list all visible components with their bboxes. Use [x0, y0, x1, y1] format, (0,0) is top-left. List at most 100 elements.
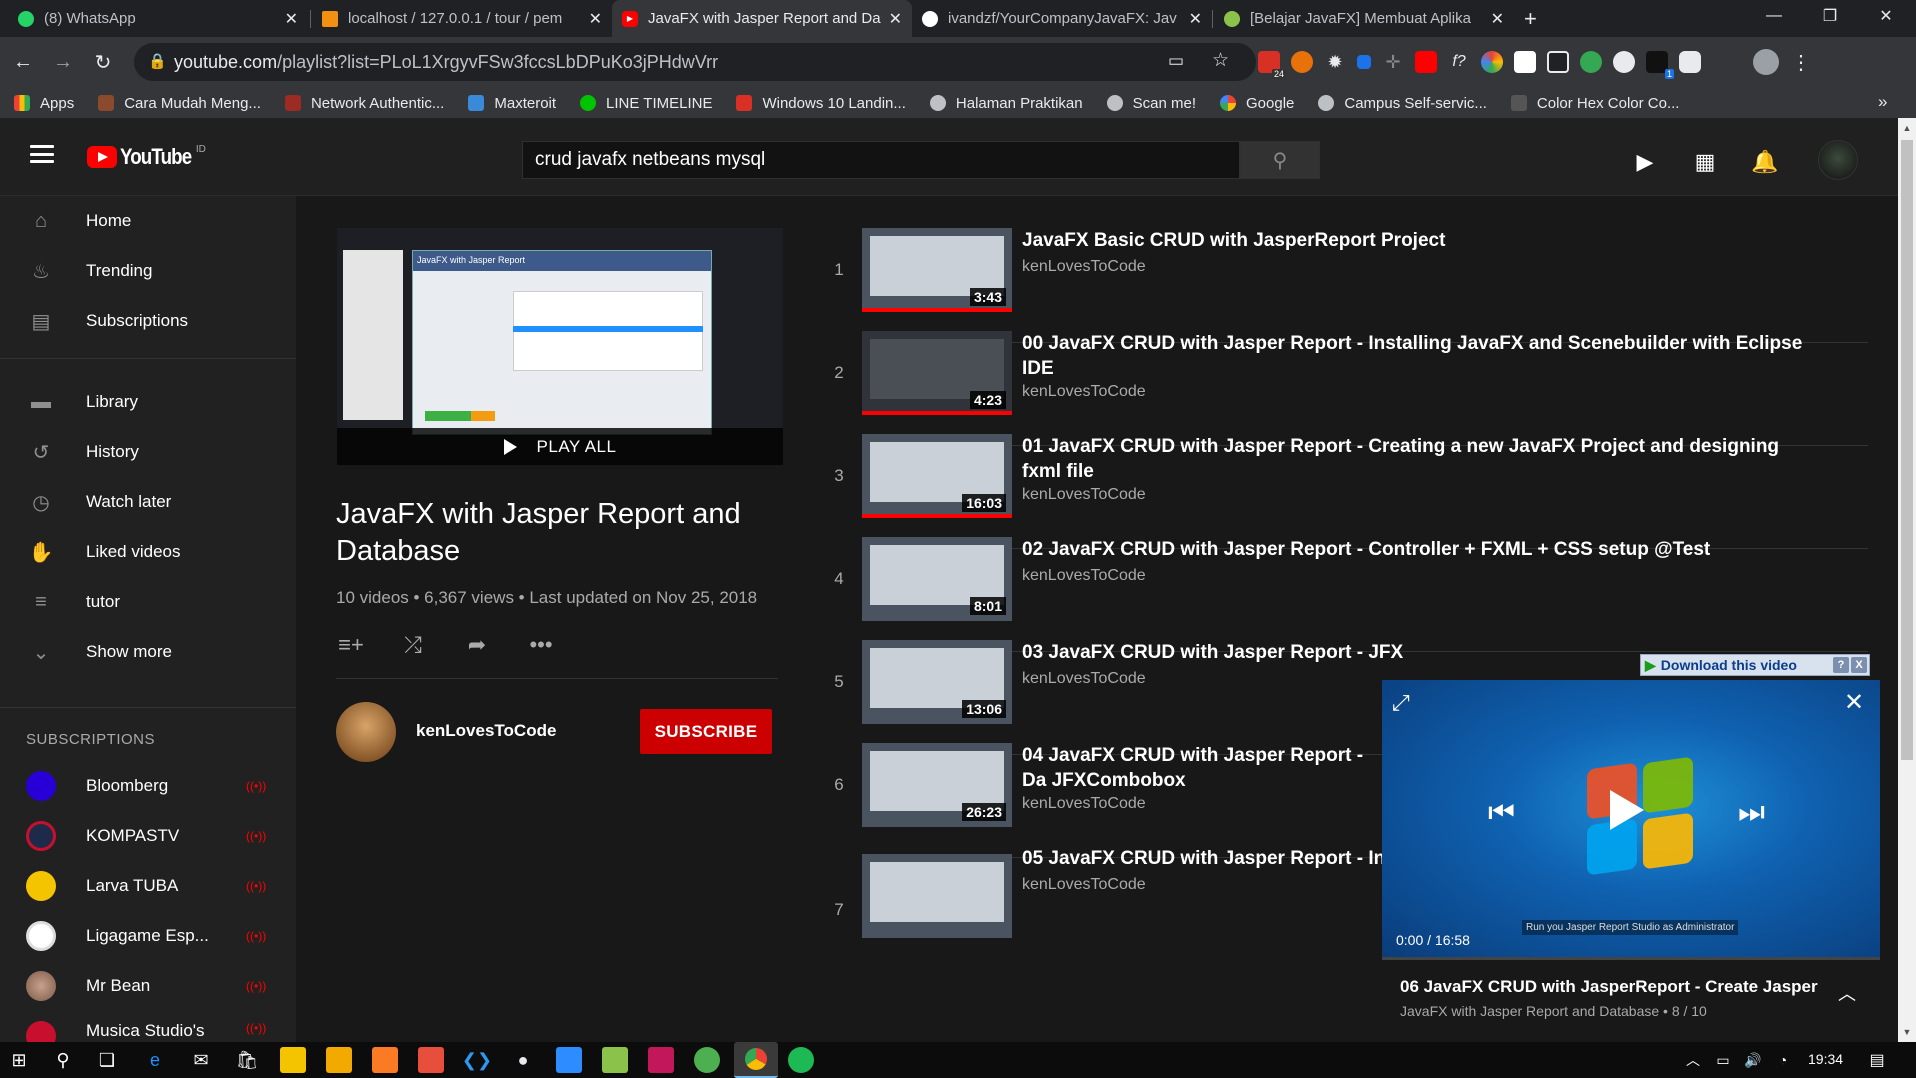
battery-icon[interactable]: ▭	[1710, 1047, 1736, 1073]
scrollbar-thumb[interactable]	[1901, 140, 1913, 760]
edge-icon[interactable]: e	[142, 1047, 168, 1073]
sidebar-item-watch-later[interactable]: ◷ Watch later	[0, 477, 296, 527]
video-channel[interactable]: kenLovesToCode	[1022, 567, 1146, 585]
help-icon[interactable]: ?	[1833, 657, 1849, 673]
search-button[interactable]: ⚲	[1240, 141, 1320, 179]
notepad-icon[interactable]	[602, 1047, 628, 1073]
xampp-icon[interactable]	[372, 1047, 398, 1073]
ext-fonts-icon[interactable]: f?	[1448, 51, 1470, 73]
search-input[interactable]: crud javafx netbeans mysql	[522, 141, 1240, 179]
video-thumbnail[interactable]: 3:43	[862, 228, 1012, 312]
ext-gear-icon[interactable]: ✹	[1324, 51, 1346, 73]
app-icon[interactable]	[648, 1047, 674, 1073]
ext-youtube-icon[interactable]	[1415, 51, 1437, 73]
video-thumbnail[interactable]: 26:23	[862, 743, 1012, 827]
youtube-logo[interactable]: YouTube ID	[87, 144, 214, 170]
subscription-mr-bean[interactable]: Mr Bean ((•))	[0, 961, 296, 1011]
close-tab-icon[interactable]: ✕	[1491, 9, 1504, 29]
reload-icon[interactable]: ↻	[88, 47, 118, 77]
miniplayer-video[interactable]: ⤢ ✕ ⏮ ⏭ Run you Jasper Report Studio as …	[1382, 680, 1880, 959]
bookmarks-overflow-icon[interactable]: »	[1878, 92, 1887, 112]
video-thumbnail[interactable]: 4:23	[862, 331, 1012, 415]
volume-icon[interactable]: 🔊	[1740, 1047, 1766, 1073]
play-all-button[interactable]: PLAY ALL	[337, 428, 783, 465]
bookmark-item[interactable]: Windows 10 Landin...	[736, 95, 906, 112]
close-tab-icon[interactable]: ✕	[285, 9, 298, 29]
restore-icon[interactable]: ❐	[1802, 0, 1858, 32]
previous-icon[interactable]: ⏮	[1488, 796, 1515, 830]
search-icon[interactable]: ⚲	[50, 1047, 76, 1073]
video-thumbnail[interactable]: 13:06	[862, 640, 1012, 724]
create-video-icon[interactable]: ▶	[1632, 149, 1658, 174]
chrome-icon[interactable]	[734, 1042, 778, 1078]
sidebar-item-trending[interactable]: ♨ Trending	[0, 246, 296, 296]
close-tab-icon[interactable]: ✕	[889, 9, 902, 29]
bookmark-item[interactable]: Cara Mudah Meng...	[98, 95, 261, 112]
system-clock[interactable]: 19:34	[1808, 1051, 1843, 1067]
file-explorer-icon[interactable]	[280, 1047, 306, 1073]
tab-whatsapp[interactable]: (8) WhatsApp ✕	[8, 0, 308, 37]
app-icon[interactable]	[556, 1047, 582, 1073]
owner-avatar[interactable]	[336, 702, 396, 762]
action-center-icon[interactable]: ▤	[1864, 1047, 1890, 1073]
app-icon[interactable]	[694, 1047, 720, 1073]
ext-chat-icon[interactable]	[1679, 51, 1701, 73]
video-title[interactable]: 02 JavaFX CRUD with Jasper Report - Cont…	[1022, 537, 1822, 562]
ext-cookie-icon[interactable]	[1291, 51, 1313, 73]
subscribe-button[interactable]: SUBSCRIBE	[640, 709, 772, 754]
share-icon[interactable]: ➦	[462, 630, 492, 660]
video-thumbnail[interactable]	[862, 854, 1012, 938]
bookmark-item[interactable]: Scan me!	[1106, 95, 1196, 112]
new-tab-button[interactable]: +	[1514, 0, 1544, 37]
back-icon[interactable]: ←	[8, 47, 38, 77]
subscription-ligagame[interactable]: Ligagame Esp... ((•))	[0, 911, 296, 961]
video-channel[interactable]: kenLovesToCode	[1022, 795, 1146, 813]
sidebar-item-show-more[interactable]: ⌄ Show more	[0, 627, 296, 677]
sublime-icon[interactable]	[326, 1047, 352, 1073]
video-title[interactable]: JavaFX Basic CRUD with JasperReport Proj…	[1022, 228, 1822, 253]
app-circle-icon[interactable]: ●	[510, 1047, 536, 1073]
ext-leaf-icon[interactable]	[1580, 51, 1602, 73]
subscription-larva-tuba[interactable]: Larva TUBA ((•))	[0, 861, 296, 911]
minimize-icon[interactable]: —	[1746, 0, 1802, 32]
browser-menu-icon[interactable]: ⋮	[1790, 51, 1812, 74]
bookmark-item[interactable]: LINE TIMELINE	[580, 95, 712, 112]
playlist-thumbnail[interactable]: JavaFX with Jasper Report PLAY ALL	[337, 228, 783, 465]
video-title[interactable]: 01 JavaFX CRUD with Jasper Report - Crea…	[1022, 434, 1822, 484]
video-channel[interactable]: kenLovesToCode	[1022, 876, 1146, 894]
star-bookmark-icon[interactable]: ☆	[1212, 49, 1229, 72]
owner-name[interactable]: kenLovesToCode	[416, 721, 556, 741]
play-icon[interactable]	[1610, 790, 1644, 830]
ext-crosshair-icon[interactable]: ✛	[1382, 51, 1404, 73]
store-icon[interactable]: 🛍	[234, 1047, 260, 1073]
video-channel[interactable]: kenLovesToCode	[1022, 383, 1146, 401]
subscription-bloomberg[interactable]: Bloomberg ((•))	[0, 761, 296, 811]
bookmark-item[interactable]: Google	[1220, 95, 1294, 112]
ext-gamepad-icon[interactable]	[1613, 51, 1635, 73]
subscription-musica-studios[interactable]: Musica Studio's ((•))	[0, 1011, 296, 1042]
video-channel[interactable]: kenLovesToCode	[1022, 670, 1146, 688]
tab-youtube-playlist[interactable]: ▶ JavaFX with Jasper Report and Da ✕	[612, 0, 912, 37]
window-close-icon[interactable]: ✕	[1858, 0, 1914, 32]
video-thumbnail[interactable]: 8:01	[862, 537, 1012, 621]
notifications-bell-icon[interactable]: 🔔	[1751, 149, 1778, 174]
app-icon[interactable]	[418, 1047, 444, 1073]
sidebar-item-liked-videos[interactable]: ✋ Liked videos	[0, 527, 296, 577]
ext-adblock-icon[interactable]: 24	[1258, 51, 1286, 79]
scroll-up-icon[interactable]: ▲	[1898, 120, 1916, 136]
chevron-up-icon[interactable]: ︿	[1838, 980, 1856, 1006]
bookmark-item[interactable]: Network Authentic...	[284, 95, 444, 112]
mail-icon[interactable]: ✉	[188, 1047, 214, 1073]
account-avatar[interactable]	[1818, 140, 1858, 180]
bookmark-item[interactable]: Color Hex Color Co...	[1510, 95, 1679, 112]
ext-window-icon[interactable]	[1547, 51, 1569, 73]
vscode-icon[interactable]: ❮❯	[462, 1047, 492, 1073]
ext-square-icon[interactable]	[1357, 55, 1371, 69]
address-bar[interactable]: 🔒 youtube.com/playlist?list=PLoL1XrgyvFS…	[134, 43, 1256, 81]
video-channel[interactable]: kenLovesToCode	[1022, 486, 1146, 504]
scroll-down-icon[interactable]: ▼	[1898, 1024, 1916, 1040]
tab-phpmyadmin[interactable]: localhost / 127.0.0.1 / tour / pem ✕	[312, 0, 612, 37]
close-icon[interactable]: X	[1851, 657, 1867, 673]
video-title[interactable]: 04 JavaFX CRUD with Jasper Report - Da J…	[1022, 743, 1382, 793]
sidebar-item-library[interactable]: ▬ Library	[0, 377, 296, 427]
